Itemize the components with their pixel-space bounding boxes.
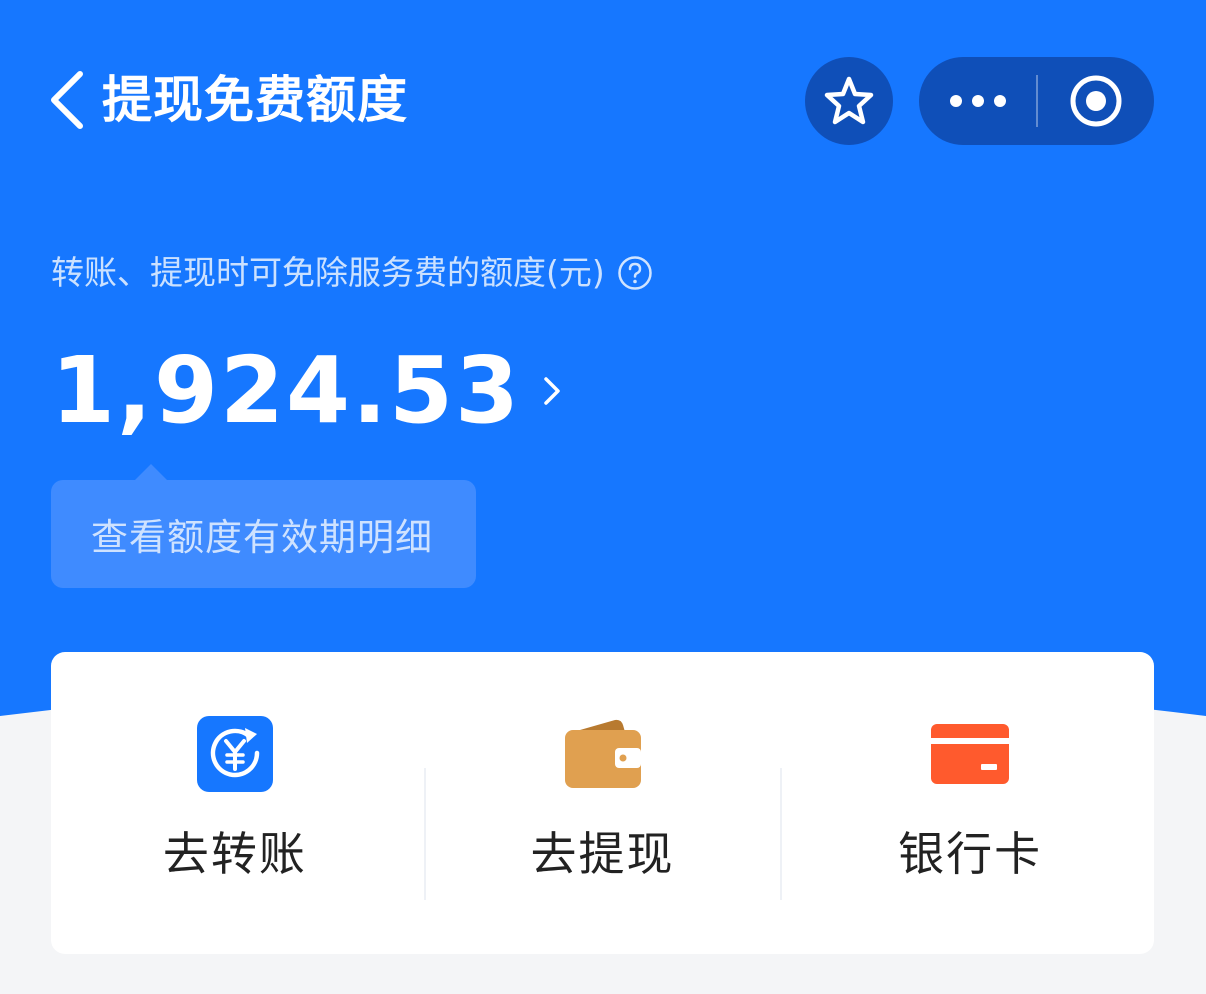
bank-card-label: 银行卡: [898, 827, 1043, 881]
mini-program-capsule: [919, 57, 1154, 145]
help-button[interactable]: [617, 255, 653, 291]
card-divider: [424, 768, 426, 900]
favorite-button[interactable]: [805, 57, 893, 145]
withdraw-label: 去提现: [530, 827, 675, 881]
quota-amount: 1,924.53: [51, 337, 521, 444]
quota-subtitle-row: 转账、提现时可免除服务费的额度(元): [51, 248, 653, 298]
back-button[interactable]: [44, 66, 92, 134]
more-dots-icon: [949, 95, 1006, 107]
validity-detail-label: 查看额度有效期明细: [91, 516, 433, 559]
card-divider: [780, 768, 782, 900]
question-circle-icon: [618, 256, 652, 290]
quota-amount-link[interactable]: 1,924.53: [51, 336, 565, 446]
bank-card-icon: [930, 716, 1010, 792]
action-card: 去转账 去提现 银行卡: [51, 652, 1154, 954]
wallet-icon: [563, 716, 643, 792]
bank-card-action[interactable]: 银行卡: [786, 652, 1154, 954]
chevron-left-icon: [51, 71, 83, 129]
more-button[interactable]: [919, 57, 1036, 145]
transfer-label: 去转账: [162, 827, 307, 881]
validity-detail-button[interactable]: 查看额度有效期明细: [51, 464, 476, 588]
page-title: 提现免费额度: [102, 71, 408, 129]
close-button[interactable]: [1038, 57, 1154, 145]
star-icon: [824, 76, 874, 125]
target-circle-icon: [1070, 75, 1122, 127]
chevron-right-icon: [539, 371, 565, 411]
transfer-action[interactable]: 去转账: [51, 652, 419, 954]
withdraw-action[interactable]: 去提现: [419, 652, 787, 954]
yuan-transfer-icon: [195, 716, 275, 792]
quota-subtitle: 转账、提现时可免除服务费的额度(元): [51, 253, 605, 292]
